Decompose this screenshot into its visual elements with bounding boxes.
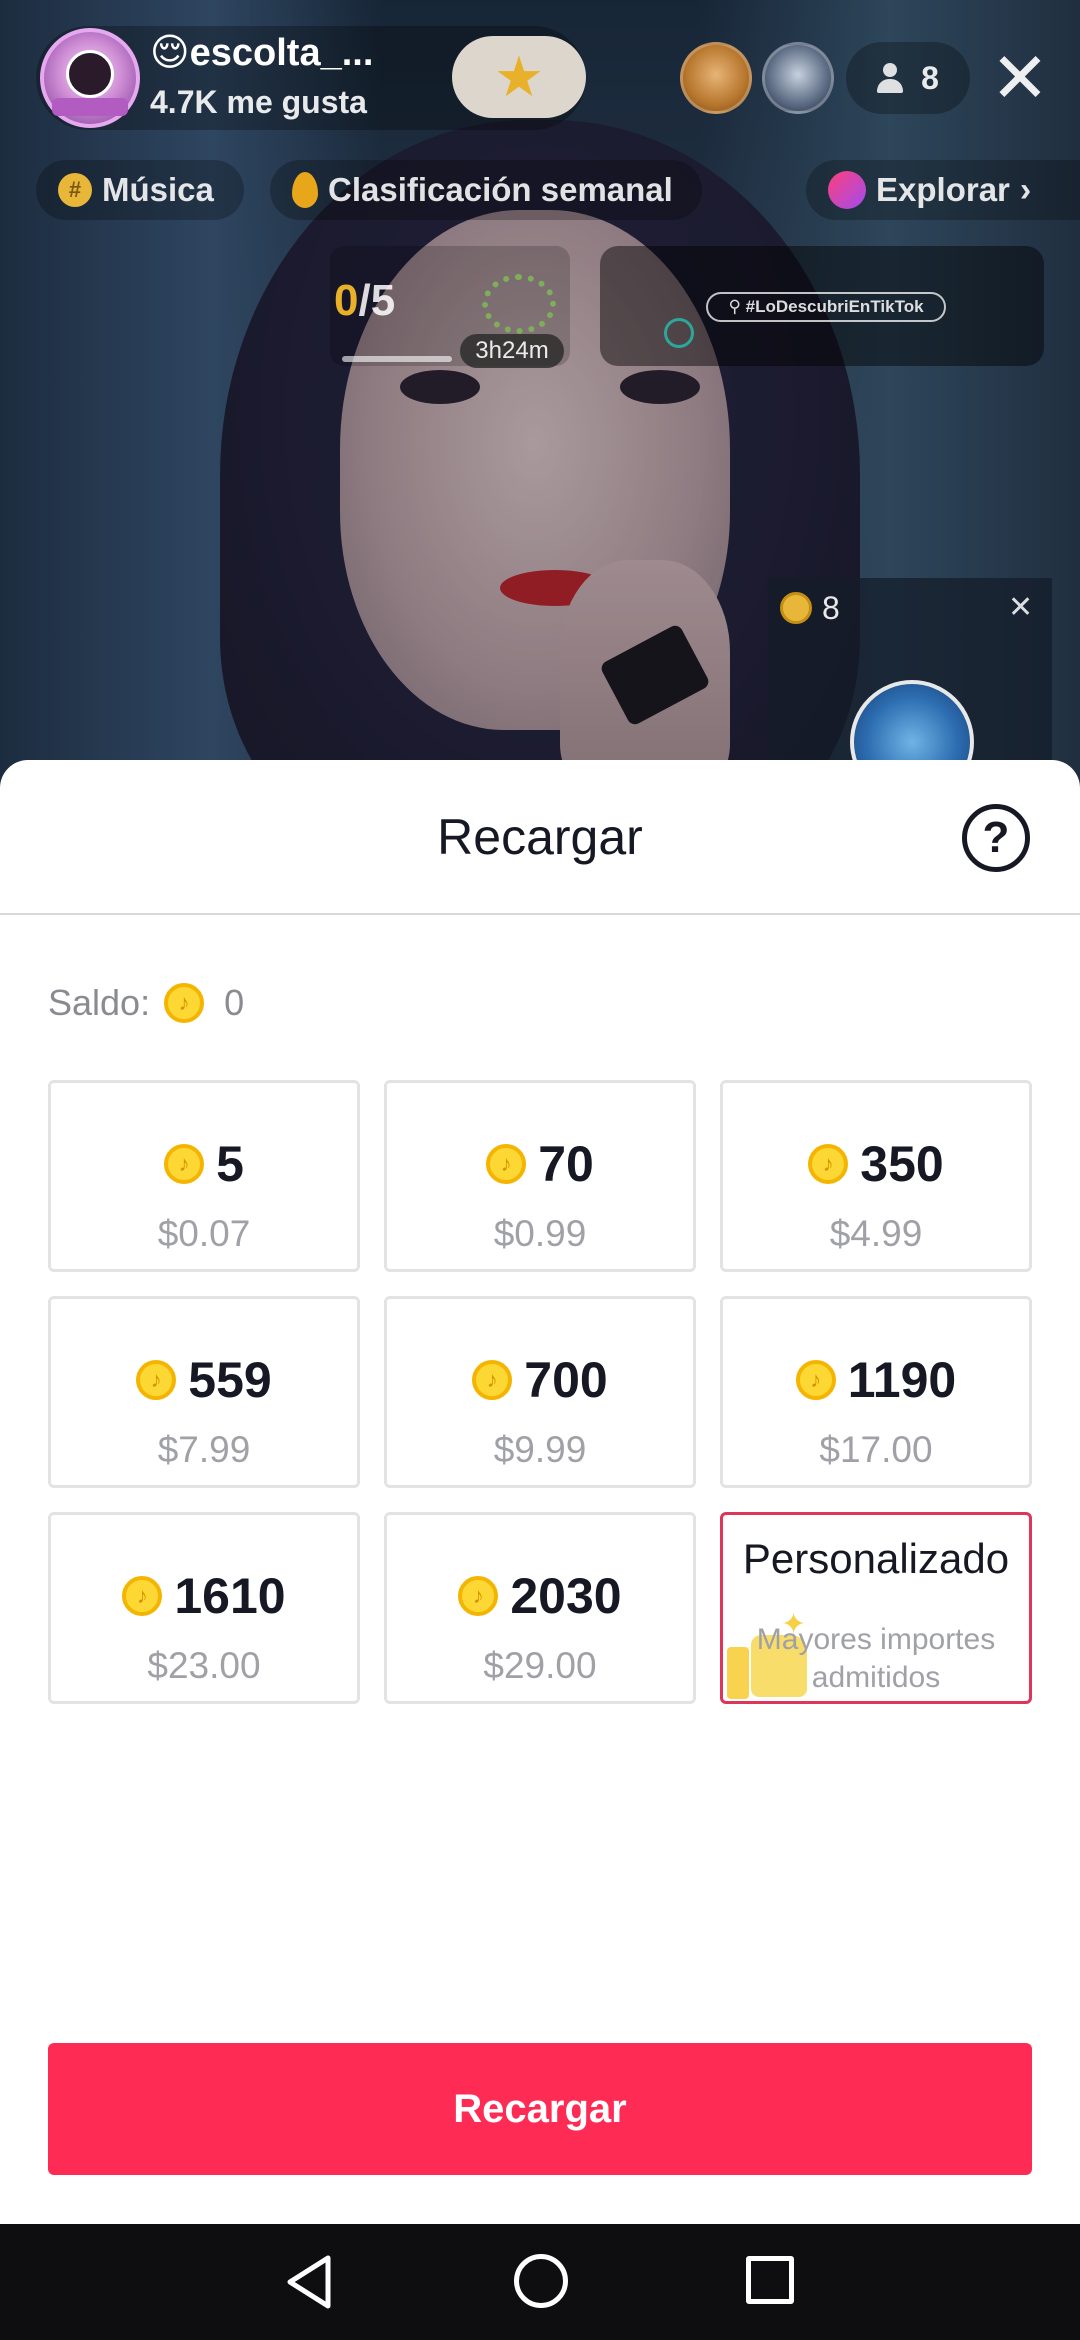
viewer-count: 8 — [921, 59, 939, 96]
host-avatar-photo — [66, 50, 114, 98]
back-icon[interactable] — [280, 2250, 344, 2314]
package-coins: 350 — [860, 1136, 944, 1192]
coin-package[interactable]: 70 $0.99 — [384, 1080, 696, 1272]
coin-package[interactable]: 5 $0.07 — [48, 1080, 360, 1272]
package-coins: 559 — [188, 1352, 272, 1408]
live-stream-video[interactable]: 😌escolta_... 4.7K me gusta ★ 8 ✕ # Músic… — [0, 0, 1080, 790]
package-coins: 70 — [538, 1136, 594, 1192]
package-coins: 700 — [524, 1352, 608, 1408]
sheet-title: Recargar — [437, 809, 643, 865]
top-viewer-avatar[interactable] — [680, 42, 752, 114]
chip-music[interactable]: # Música — [36, 160, 244, 220]
chevron-right-icon: › — [1019, 170, 1032, 209]
goal-current: 0 — [334, 276, 359, 325]
chip-weekly-ranking[interactable]: Clasificación semanal — [270, 160, 702, 220]
star-icon: ★ — [493, 45, 545, 108]
coin-icon — [486, 1144, 527, 1184]
follow-button[interactable]: ★ — [452, 36, 586, 118]
chip-explore[interactable]: Explorar › — [806, 160, 1080, 220]
chip-ranking-label: Clasificación semanal — [328, 171, 673, 208]
goal-total: /5 — [358, 276, 396, 325]
host-avatar[interactable] — [40, 28, 140, 128]
hashtag-icon: # — [58, 173, 92, 207]
package-price: $17.00 — [819, 1429, 933, 1470]
custom-package-title: Personalizado — [742, 1535, 1010, 1582]
package-coins: 1610 — [174, 1568, 286, 1624]
package-price: $0.99 — [493, 1213, 587, 1254]
flower-wreath-icon — [482, 274, 556, 334]
package-price: $0.07 — [157, 1213, 251, 1254]
host-emoji: 😌 — [150, 32, 190, 74]
top-viewer-avatar[interactable] — [762, 42, 834, 114]
package-price: $29.00 — [483, 1645, 597, 1686]
package-price: $7.99 — [157, 1429, 251, 1470]
custom-package[interactable]: Personalizado ✦ Mayores importes admitid… — [720, 1512, 1032, 1704]
coin-icon — [808, 1144, 849, 1184]
coin-icon — [472, 1360, 513, 1400]
divider — [0, 913, 1080, 915]
balance-value: 0 — [224, 982, 245, 1023]
search-icon — [664, 318, 694, 348]
flame-icon — [292, 172, 318, 208]
coin-icon — [164, 983, 205, 1023]
chip-explore-label: Explorar — [876, 171, 1010, 208]
hashtag-text: #LoDescubriEnTikTok — [745, 297, 924, 316]
hashtag-pill[interactable]: ⚲ #LoDescubriEnTikTok — [706, 292, 946, 322]
viewer-count-pill[interactable]: 8 — [846, 42, 970, 114]
package-coins: 1190 — [847, 1352, 957, 1408]
person-icon — [877, 63, 904, 93]
host-name[interactable]: 😌escolta_... — [150, 30, 373, 75]
coin-icon — [136, 1360, 177, 1400]
recharge-sheet: Recargar ? Saldo: 0 5 $0.07 70 $0.99 350… — [0, 760, 1080, 2224]
balance-label: Saldo: — [48, 982, 151, 1023]
coin-package[interactable]: 700 $9.99 — [384, 1296, 696, 1488]
custom-package-subtitle: Mayores importes admitidos — [756, 1623, 996, 1694]
host-likes: 4.7K me gusta — [150, 84, 367, 120]
recents-icon[interactable] — [746, 2256, 794, 2304]
package-coins: 5 — [216, 1136, 244, 1192]
close-icon[interactable]: ✕ — [1008, 590, 1033, 625]
coin-icon — [795, 1360, 836, 1400]
search-icon: ⚲ — [728, 297, 746, 316]
package-price: $23.00 — [147, 1645, 261, 1686]
planet-icon — [828, 171, 866, 209]
coin-package[interactable]: 1190 $17.00 — [720, 1296, 1032, 1488]
coin-icon — [122, 1576, 163, 1616]
home-icon[interactable] — [514, 2254, 568, 2308]
coin-icon — [164, 1144, 205, 1184]
coin-package[interactable]: 2030 $29.00 — [384, 1512, 696, 1704]
package-coins: 2030 — [510, 1568, 622, 1624]
chip-music-label: Música — [102, 171, 214, 208]
coin-icon — [458, 1576, 499, 1616]
goal-progress: 0/5 — [334, 276, 395, 326]
coin-package[interactable]: 559 $7.99 — [48, 1296, 360, 1488]
question-icon[interactable]: ? — [962, 804, 1030, 872]
coin-package[interactable]: 1610 $23.00 — [48, 1512, 360, 1704]
balance-row: Saldo: 0 — [48, 982, 244, 1024]
close-icon[interactable]: ✕ — [988, 40, 1052, 116]
gift-coin-count: 8 — [822, 590, 840, 626]
host-name-text: escolta_... — [189, 32, 374, 74]
coin-package[interactable]: 350 $4.99 — [720, 1080, 1032, 1272]
coin-icon — [780, 592, 812, 624]
recharge-button[interactable]: Recargar — [48, 2043, 1032, 2175]
package-price: $9.99 — [493, 1429, 587, 1470]
system-nav-bar — [0, 2224, 1080, 2340]
package-price: $4.99 — [829, 1213, 923, 1254]
goal-progress-bar — [342, 356, 452, 362]
host-avatar-ribbon — [52, 98, 128, 116]
goal-timer: 3h24m — [460, 334, 564, 368]
